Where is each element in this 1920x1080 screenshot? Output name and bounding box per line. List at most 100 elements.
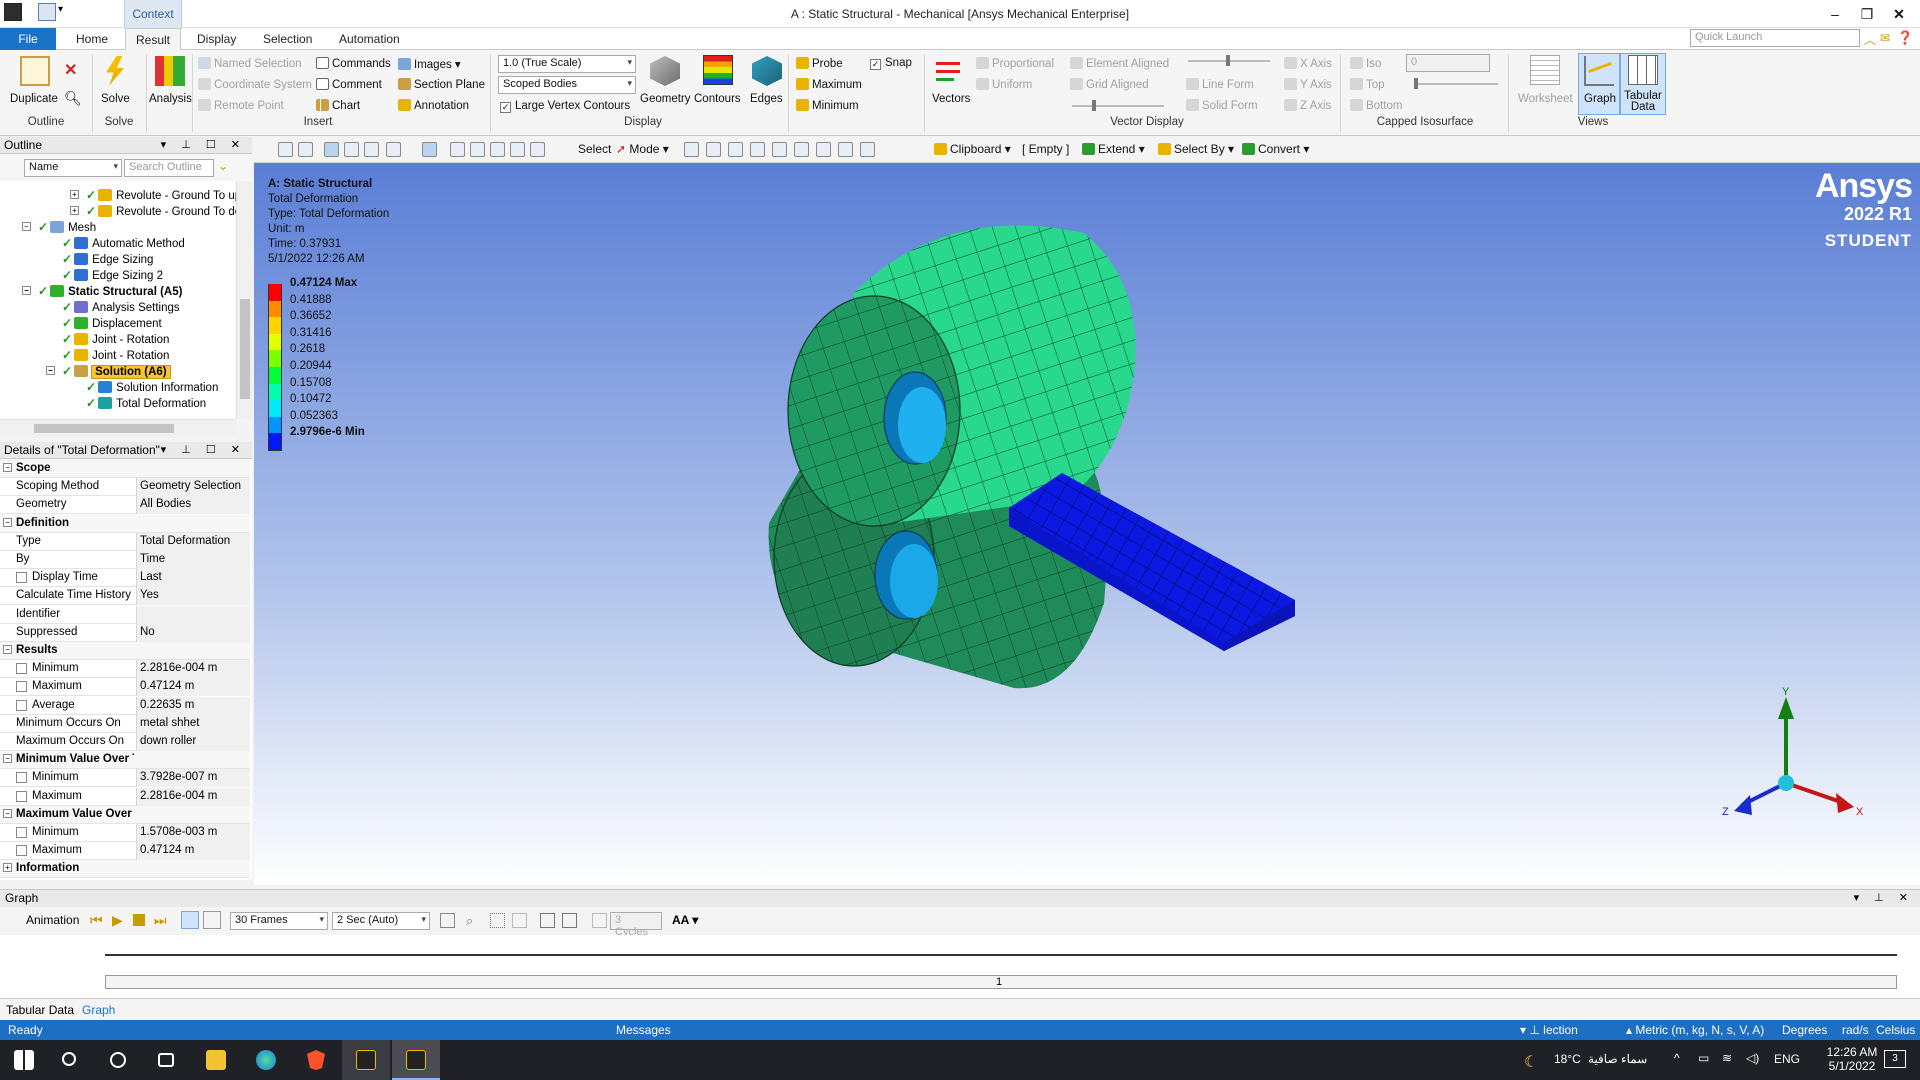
tab-file[interactable]: File: [0, 28, 56, 50]
copy-data-icon[interactable]: [512, 913, 527, 928]
chevron-down-icon[interactable]: ⌄: [218, 159, 228, 173]
box-zoom-icon[interactable]: [490, 142, 505, 157]
play-icon[interactable]: ▶: [112, 912, 123, 929]
vectors-icon[interactable]: [934, 56, 964, 86]
rotate-icon[interactable]: [422, 142, 437, 157]
slider-thumb[interactable]: [1092, 100, 1096, 111]
details-row[interactable]: Geometry All Bodies: [0, 496, 250, 515]
up-roller[interactable]: [787, 225, 1136, 527]
slider-thumb[interactable]: [1414, 78, 1418, 89]
details-category[interactable]: − Definition: [0, 514, 250, 533]
wifi-icon[interactable]: ≋: [1722, 1051, 1732, 1065]
tabular-data-button[interactable]: Tabular Data: [1624, 90, 1662, 113]
annotation-button[interactable]: Annotation: [398, 99, 469, 112]
tree-expander-icon[interactable]: −: [22, 286, 31, 295]
face-select-icon[interactable]: [344, 142, 359, 157]
workbench-button[interactable]: [342, 1040, 390, 1080]
vertex-select-icon[interactable]: [386, 142, 401, 157]
edges-button[interactable]: Edges: [750, 93, 783, 105]
details-value[interactable]: 1.5708e-003 m: [136, 824, 250, 842]
tree-node[interactable]: − ✓ Static Structural (A5): [22, 283, 182, 299]
magnifier-icon[interactable]: [530, 142, 545, 157]
large-vertex-contours-checkbox[interactable]: ✓ Large Vertex Contours: [500, 100, 630, 113]
tree-node[interactable]: ✓ Solution Information: [86, 379, 218, 395]
brave-browser-button[interactable]: [292, 1040, 340, 1080]
details-row[interactable]: Average 0.22635 m: [0, 696, 250, 715]
details-row[interactable]: Maximum 2.2816e-004 m: [0, 787, 250, 806]
worksheet-icon[interactable]: [1530, 55, 1560, 85]
graph-icon[interactable]: [1584, 56, 1614, 86]
first-frame-icon[interactable]: ⏮: [90, 912, 103, 929]
graphics-viewport[interactable]: A: Static Structural Total Deformation T…: [254, 163, 1920, 885]
retrieve-results-icon[interactable]: [540, 913, 555, 928]
select-filter-icon[interactable]: [750, 142, 765, 157]
minimize-button[interactable]: –: [1820, 4, 1850, 24]
status-celsius[interactable]: Celsius: [1876, 1023, 1915, 1037]
vectors-button[interactable]: Vectors: [932, 93, 970, 105]
edge-select-icon[interactable]: [364, 142, 379, 157]
deformation-scale-select[interactable]: 1.0 (True Scale) ▾: [498, 55, 636, 73]
feedback-icon[interactable]: ✉: [1880, 31, 1890, 45]
scrollbar-thumb[interactable]: [240, 299, 250, 399]
details-value[interactable]: Geometry Selection: [136, 478, 250, 497]
extend-button[interactable]: Extend ▾: [1082, 142, 1145, 156]
start-button[interactable]: [0, 1040, 48, 1080]
details-row[interactable]: Identifier: [0, 605, 250, 624]
coordinate-triad[interactable]: Y X Z: [1714, 683, 1874, 833]
select-filter-icon[interactable]: [816, 142, 831, 157]
probe-button[interactable]: Probe: [796, 57, 843, 70]
category-expander-icon[interactable]: −: [3, 754, 12, 764]
clock[interactable]: 12:26 AM 5/1/2022: [1822, 1045, 1882, 1073]
solve-icon[interactable]: [106, 56, 124, 86]
details-row[interactable]: Minimum 2.2816e-004 m: [0, 660, 250, 679]
tree-node[interactable]: + ✓ Revolute - Ground To dov: [70, 203, 236, 219]
select-filter-icon[interactable]: [860, 142, 875, 157]
maximum-button[interactable]: Maximum: [796, 78, 862, 91]
details-value[interactable]: 0.22635 m: [136, 696, 250, 715]
distributed-frames-icon[interactable]: [181, 911, 199, 929]
details-row[interactable]: Maximum 0.47124 m: [0, 842, 250, 861]
tree-node[interactable]: ✓ Analysis Settings: [62, 299, 180, 315]
category-expander-icon[interactable]: +: [3, 863, 12, 873]
panel-controls[interactable]: ▾ ⊥ ☐ ✕: [161, 443, 246, 456]
isosurface-value-input[interactable]: 0: [1406, 54, 1490, 72]
search-button[interactable]: [48, 1040, 96, 1080]
commands-button[interactable]: Commands: [316, 57, 391, 70]
analysis-icon[interactable]: [155, 56, 185, 86]
slider-thumb[interactable]: [1226, 55, 1230, 66]
analysis-button[interactable]: Analysis: [149, 93, 192, 105]
comment-button[interactable]: Comment: [316, 78, 382, 91]
tree-node[interactable]: + ✓ Revolute - Ground To up r: [70, 187, 236, 203]
details-row[interactable]: Suppressed No: [0, 623, 250, 642]
edge-browser-button[interactable]: [242, 1040, 290, 1080]
category-expander-icon[interactable]: −: [3, 463, 12, 472]
details-category[interactable]: −Minimum Value Over Time: [0, 751, 250, 770]
tree-node[interactable]: ✓ Joint - Rotation: [62, 347, 169, 363]
select-filter-icon[interactable]: [706, 142, 721, 157]
zoom-out-icon[interactable]: [298, 142, 313, 157]
category-expander-icon[interactable]: −: [3, 645, 12, 654]
weather-temp[interactable]: 18°C: [1554, 1052, 1581, 1066]
select-filter-icon[interactable]: [838, 142, 853, 157]
mechanical-button[interactable]: [392, 1040, 440, 1080]
details-value[interactable]: 0.47124 m: [136, 842, 250, 861]
details-row[interactable]: Minimum Occurs On metal shhet: [0, 714, 250, 733]
zoom-to-fit-icon[interactable]: [510, 142, 525, 157]
images-button[interactable]: Images ▾: [398, 57, 461, 71]
zoom-icon[interactable]: [470, 142, 485, 157]
quick-launch-input[interactable]: Quick Launch: [1690, 29, 1860, 47]
snap-checkbox[interactable]: ✓ Snap: [870, 57, 912, 70]
geometry-icon[interactable]: [650, 56, 680, 86]
tree-node[interactable]: ✓ Total Deformation: [86, 395, 206, 411]
tab-tabular-data[interactable]: Tabular Data: [6, 1003, 74, 1017]
parameter-checkbox[interactable]: [16, 790, 27, 802]
contours-button[interactable]: Contours: [694, 93, 741, 105]
select-filter-icon[interactable]: [794, 142, 809, 157]
tab-automation[interactable]: Automation: [329, 28, 410, 50]
status-selection[interactable]: ▾ ⊥ lection: [1520, 1023, 1578, 1037]
tree-node[interactable]: − ✓ Mesh: [22, 219, 96, 235]
chevron-up-icon[interactable]: ︿: [1864, 31, 1876, 48]
details-value[interactable]: Total Deformation: [136, 532, 250, 551]
tree-expander-icon[interactable]: −: [22, 222, 31, 231]
details-category[interactable]: + Information: [0, 860, 250, 879]
